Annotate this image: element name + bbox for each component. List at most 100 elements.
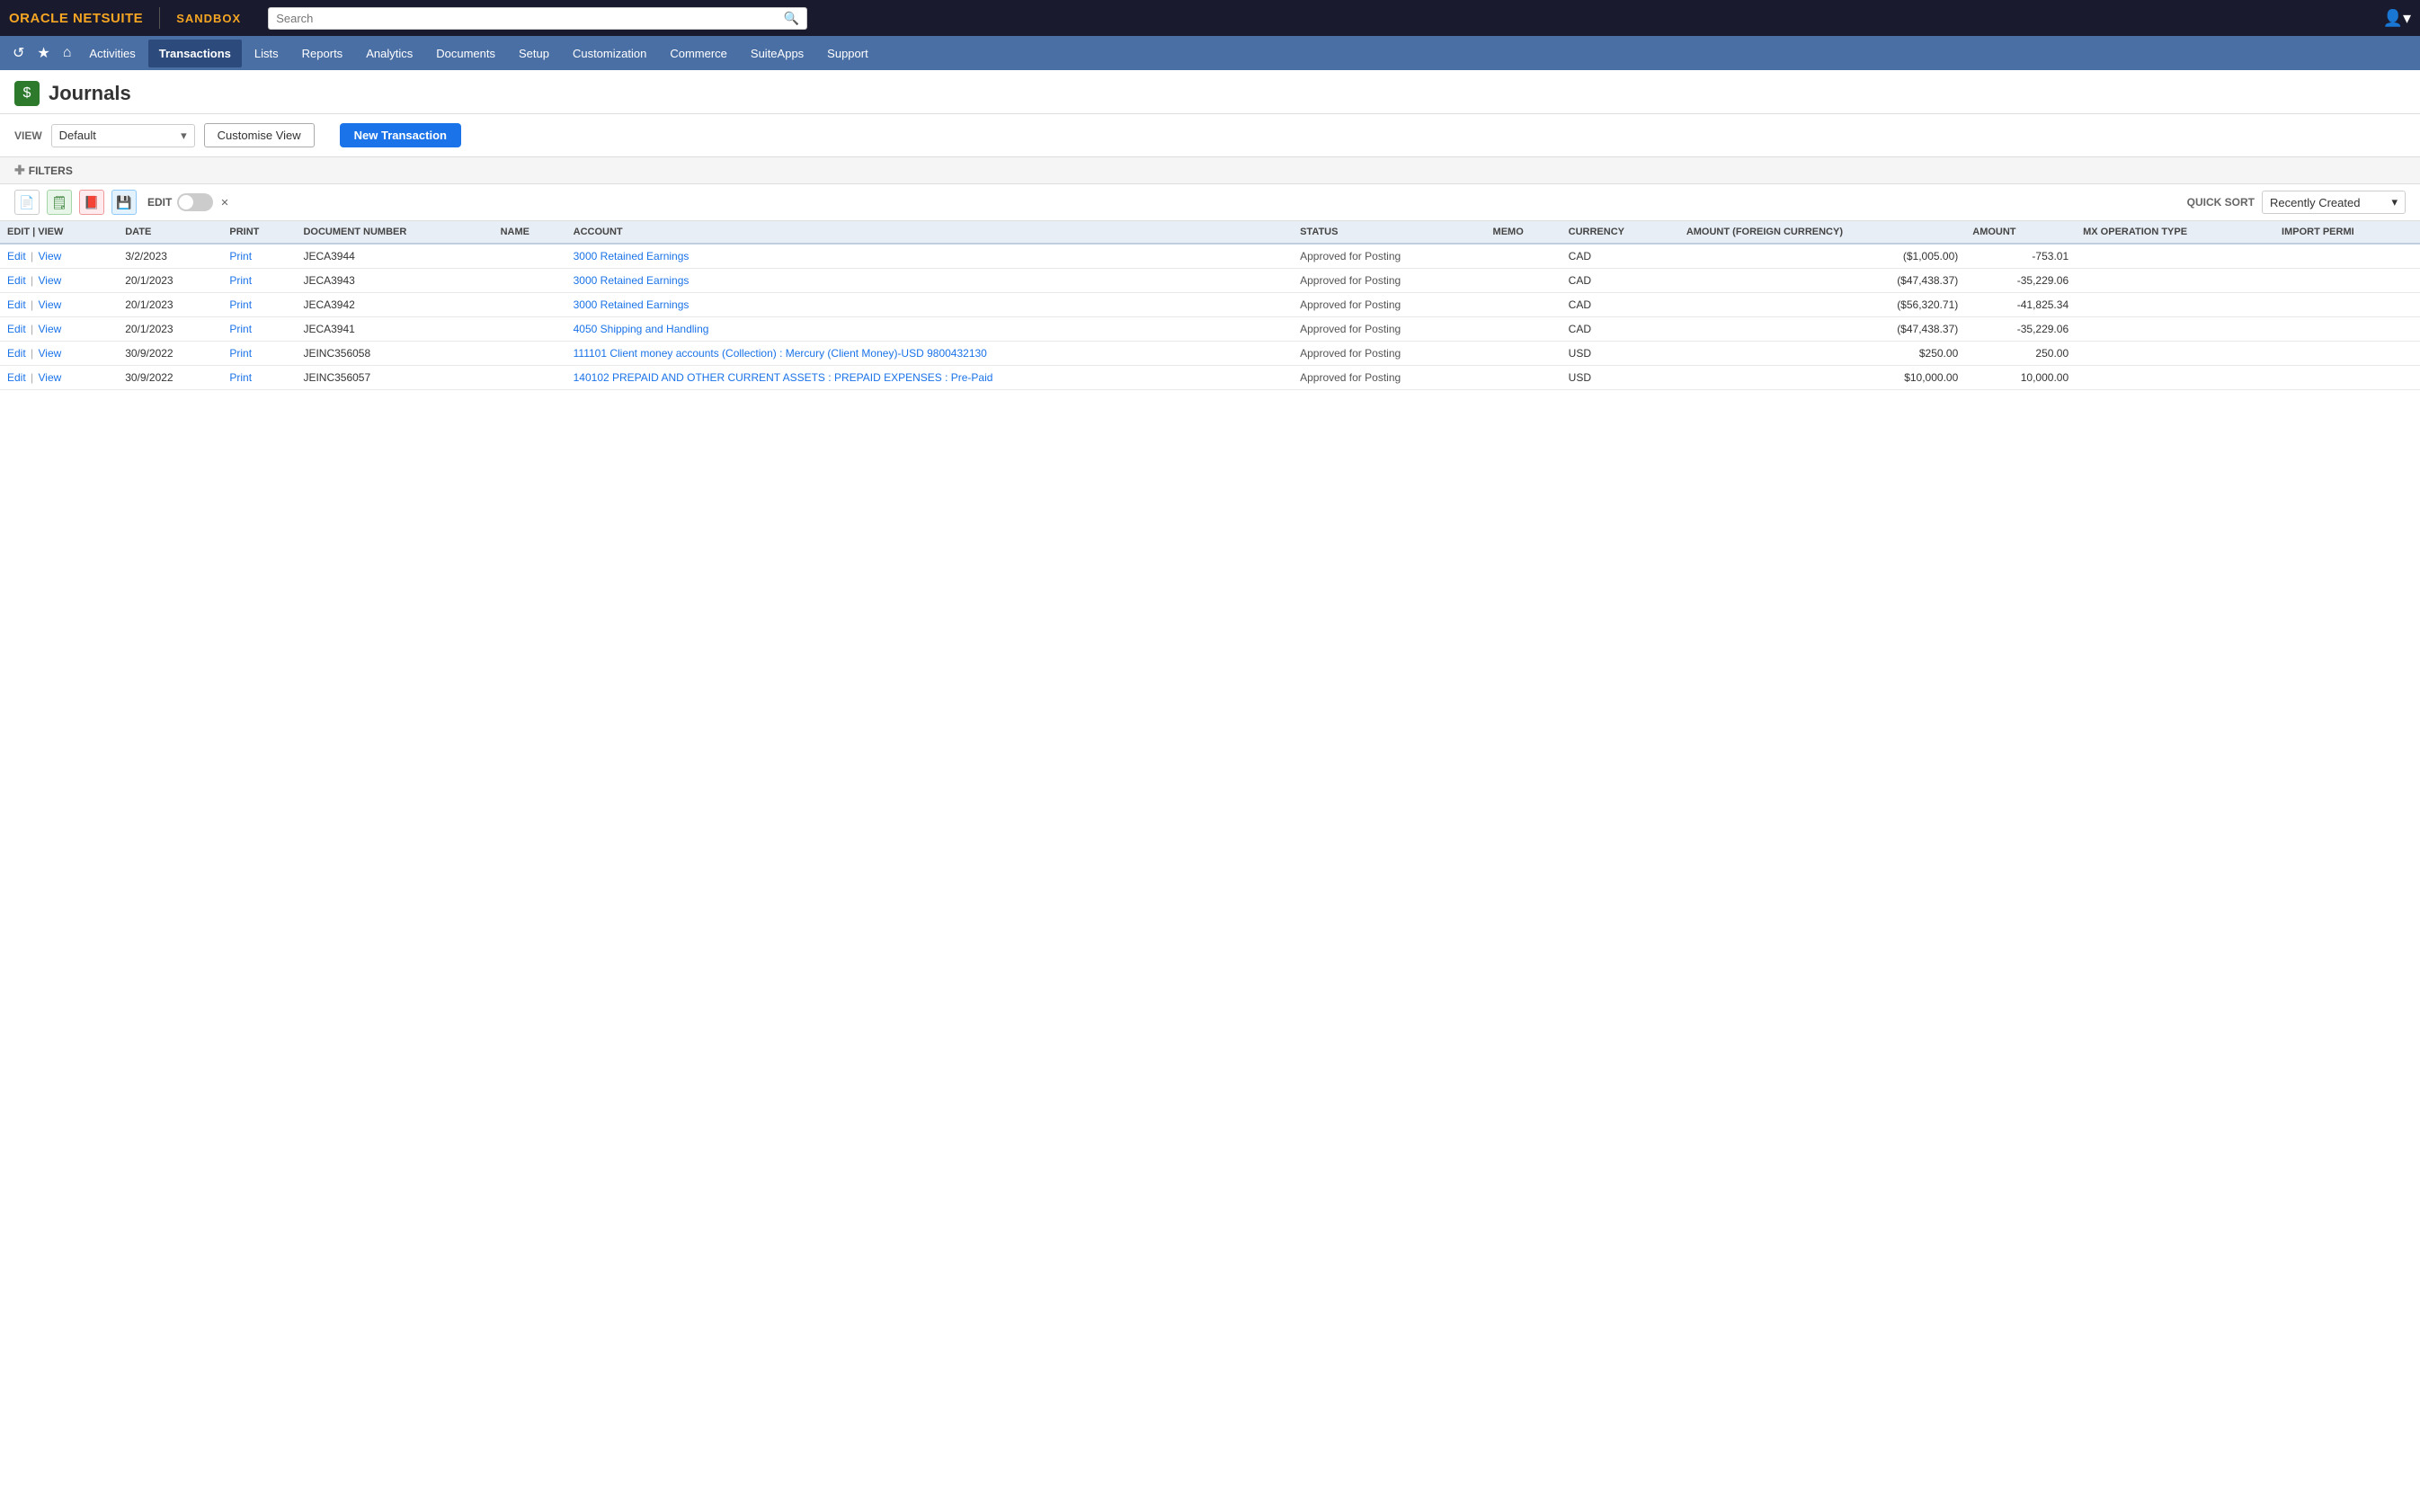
edit-label: EDIT [147, 196, 172, 209]
col-memo: MEMO [1486, 221, 1561, 244]
col-account: ACCOUNT [566, 221, 1293, 244]
view-link[interactable]: View [38, 298, 61, 311]
pdf-icon-button[interactable]: 📕 [79, 190, 104, 215]
cell-print: Print [222, 342, 296, 366]
print-link[interactable]: Print [229, 274, 252, 287]
cell-memo [1486, 293, 1561, 317]
top-bar: ORACLE NETSUITE SANDBOX 🔍 👤▾ [0, 0, 2420, 36]
search-icon: 🔍 [784, 11, 799, 26]
print-link[interactable]: Print [229, 323, 252, 335]
cell-doc-number: JECA3944 [296, 244, 493, 269]
customise-view-button[interactable]: Customise View [204, 123, 315, 147]
view-link[interactable]: View [38, 274, 61, 287]
top-right-icons: 👤▾ [2383, 9, 2411, 28]
table-container: EDIT | VIEW DATE PRINT DOCUMENT NUMBER N… [0, 221, 2420, 390]
nav-star-icon[interactable]: ★ [31, 40, 55, 66]
nav-support[interactable]: Support [816, 40, 879, 67]
copy-icon-button[interactable]: 📄 [14, 190, 40, 215]
search-bar[interactable]: 🔍 [268, 7, 807, 30]
cell-import-permi [2274, 269, 2420, 293]
nav-setup[interactable]: Setup [508, 40, 560, 67]
quick-sort-dropdown[interactable]: Recently Created ▾ [2262, 191, 2406, 214]
cell-amount-foreign: ($47,438.37) [1679, 269, 1965, 293]
actions-bar: 📄 🗒 📕 💾 EDIT ✕ QUICK SORT Recently Creat… [0, 184, 2420, 221]
edit-link[interactable]: Edit [7, 347, 26, 360]
account-link[interactable]: 3000 Retained Earnings [574, 298, 690, 311]
print-link[interactable]: Print [229, 298, 252, 311]
view-dropdown[interactable]: Default ▾ [51, 124, 195, 147]
cell-edit-view: Edit | View [0, 342, 118, 366]
col-date: DATE [118, 221, 222, 244]
cell-amount: -35,229.06 [1965, 317, 2076, 342]
nav-suiteapps[interactable]: SuiteApps [740, 40, 814, 67]
table-header: EDIT | VIEW DATE PRINT DOCUMENT NUMBER N… [0, 221, 2420, 244]
cell-mx-op-type [2076, 317, 2274, 342]
cell-memo [1486, 244, 1561, 269]
col-currency: CURRENCY [1561, 221, 1679, 244]
table-row: Edit | View 20/1/2023 Print JECA3942 300… [0, 293, 2420, 317]
view-link[interactable]: View [38, 371, 61, 384]
cell-date: 20/1/2023 [118, 269, 222, 293]
print-link[interactable]: Print [229, 250, 252, 262]
cell-status: Approved for Posting [1293, 317, 1485, 342]
table-row: Edit | View 20/1/2023 Print JECA3943 300… [0, 269, 2420, 293]
page-content: $ Journals VIEW Default ▾ Customise View… [0, 70, 2420, 1512]
cell-doc-number: JEINC356057 [296, 366, 493, 390]
new-transaction-button[interactable]: New Transaction [340, 123, 461, 147]
account-link[interactable]: 3000 Retained Earnings [574, 274, 690, 287]
edit-toggle-group: EDIT ✕ [147, 193, 229, 211]
cell-amount-foreign: ($56,320.71) [1679, 293, 1965, 317]
search-input[interactable] [276, 12, 784, 25]
cell-edit-view: Edit | View [0, 269, 118, 293]
edit-link[interactable]: Edit [7, 371, 26, 384]
filters-button[interactable]: ✚ FILTERS [14, 163, 73, 178]
account-link[interactable]: 140102 PREPAID AND OTHER CURRENT ASSETS … [574, 371, 993, 384]
nav-lists[interactable]: Lists [244, 40, 289, 67]
edit-link[interactable]: Edit [7, 323, 26, 335]
excel-icon-button[interactable]: 🗒 [47, 190, 72, 215]
cell-account: 3000 Retained Earnings [566, 269, 1293, 293]
nav-bar: ↺ ★ ⌂ Activities Transactions Lists Repo… [0, 36, 2420, 70]
cell-import-permi [2274, 342, 2420, 366]
nav-analytics[interactable]: Analytics [355, 40, 423, 67]
edit-link[interactable]: Edit [7, 298, 26, 311]
cell-status: Approved for Posting [1293, 244, 1485, 269]
cell-amount-foreign: ($1,005.00) [1679, 244, 1965, 269]
user-menu-icon[interactable]: 👤▾ [2383, 9, 2411, 28]
view-link[interactable]: View [38, 347, 61, 360]
view-link[interactable]: View [38, 250, 61, 262]
edit-link[interactable]: Edit [7, 250, 26, 262]
nav-reports[interactable]: Reports [291, 40, 354, 67]
table-row: Edit | View 20/1/2023 Print JECA3941 405… [0, 317, 2420, 342]
nav-activities[interactable]: Activities [78, 40, 146, 67]
account-link[interactable]: 111101 Client money accounts (Collection… [574, 347, 987, 360]
cell-account: 3000 Retained Earnings [566, 293, 1293, 317]
table-body: Edit | View 3/2/2023 Print JECA3944 3000… [0, 244, 2420, 390]
cell-print: Print [222, 366, 296, 390]
view-link[interactable]: View [38, 323, 61, 335]
print-link[interactable]: Print [229, 347, 252, 360]
edit-toggle-switch[interactable] [177, 193, 213, 211]
toggle-close-icon[interactable]: ✕ [220, 197, 228, 209]
cell-name [494, 366, 566, 390]
account-link[interactable]: 3000 Retained Earnings [574, 250, 690, 262]
nav-refresh-icon[interactable]: ↺ [7, 40, 30, 66]
cell-memo [1486, 366, 1561, 390]
cell-memo [1486, 317, 1561, 342]
nav-documents[interactable]: Documents [425, 40, 506, 67]
cell-mx-op-type [2076, 342, 2274, 366]
edit-link[interactable]: Edit [7, 274, 26, 287]
account-link[interactable]: 4050 Shipping and Handling [574, 323, 709, 335]
print-link[interactable]: Print [229, 371, 252, 384]
nav-commerce[interactable]: Commerce [659, 40, 738, 67]
nav-home-icon[interactable]: ⌂ [58, 41, 77, 65]
divider [159, 7, 160, 29]
save-icon-button[interactable]: 💾 [111, 190, 137, 215]
table-row: Edit | View 30/9/2022 Print JEINC356057 … [0, 366, 2420, 390]
nav-customization[interactable]: Customization [562, 40, 657, 67]
cell-currency: CAD [1561, 244, 1679, 269]
col-import-permi: IMPORT PERMI [2274, 221, 2420, 244]
nav-transactions[interactable]: Transactions [148, 40, 242, 67]
quick-sort-value: Recently Created [2270, 196, 2360, 209]
cell-status: Approved for Posting [1293, 293, 1485, 317]
